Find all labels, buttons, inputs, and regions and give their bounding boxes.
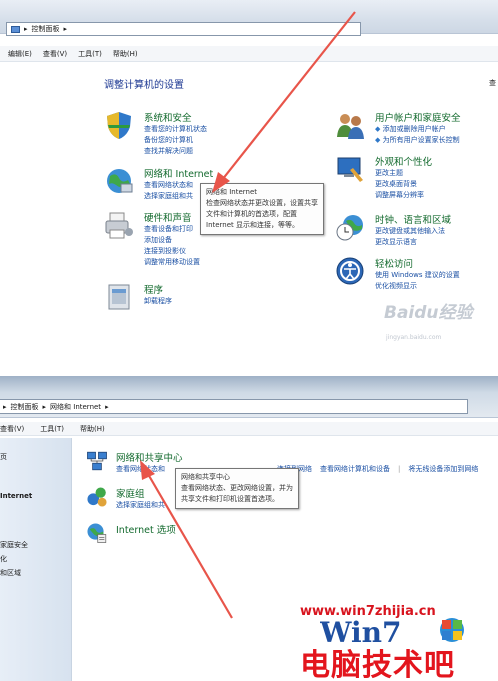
control-panel-window-2: ▸ 控制面板 ▸ 网络和 Internet ▸ 查看(V) 工具(T) 帮助(H… — [0, 376, 498, 681]
control-panel-window-1: ▸ 控制面板 ▸ 编辑(E) 查看(V) 工具(T) 帮助(H) 调整计算机的设… — [0, 0, 498, 368]
watermark-brand: 电脑技术吧 — [300, 648, 455, 681]
panel-divider — [0, 368, 498, 376]
watermark-url: www.win7zhijia.cn — [300, 604, 436, 619]
annotation-arrow — [212, 11, 356, 193]
